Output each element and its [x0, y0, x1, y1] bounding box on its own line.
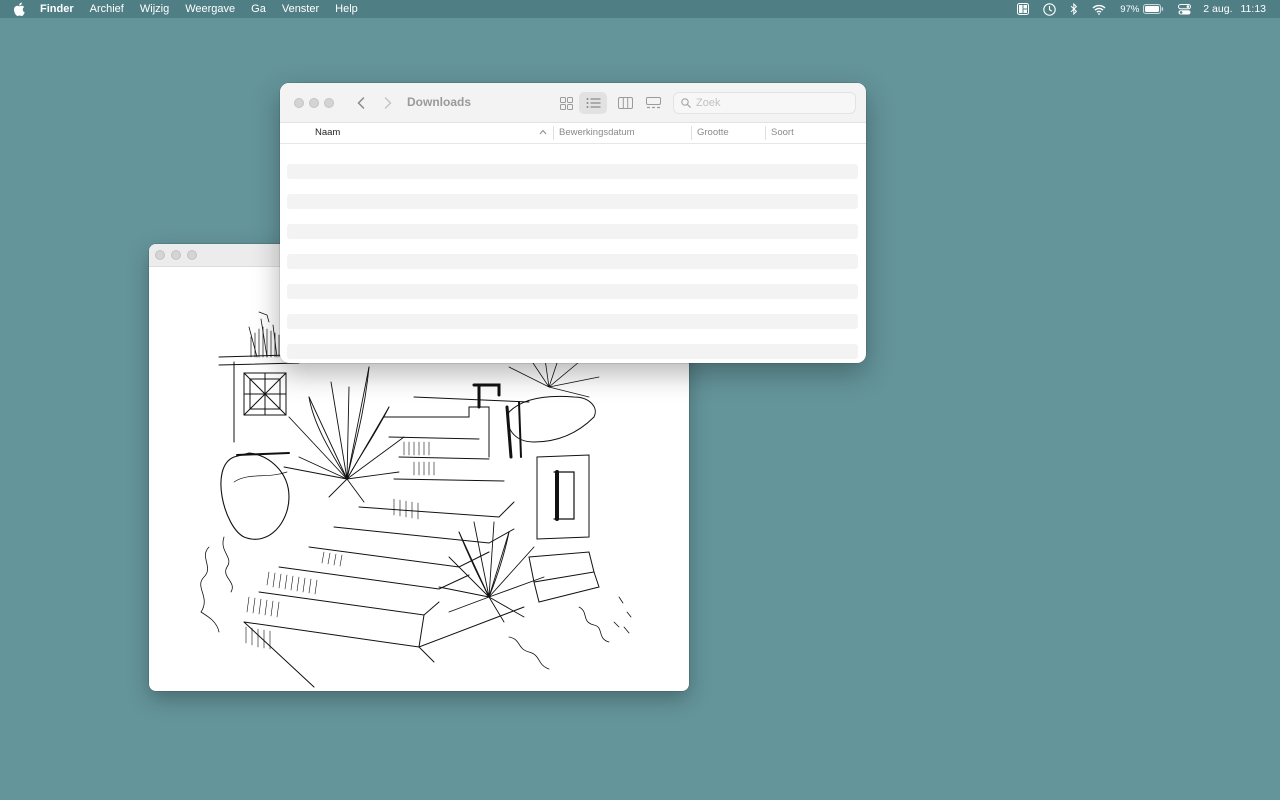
clock-icon[interactable]	[1043, 2, 1057, 16]
list-row	[287, 179, 858, 194]
wifi-icon[interactable]	[1092, 4, 1106, 15]
column-header: Naam Bewerkingsdatum Grootte Soort	[280, 123, 866, 144]
column-grootte[interactable]: Grootte	[697, 127, 729, 138]
menu-bar: Finder Archief Wijzig Weergave Ga Venste…	[0, 0, 1280, 18]
status-area: 97% 2 aug. 11:13	[1003, 0, 1266, 18]
menu-archief[interactable]: Archief	[90, 3, 124, 15]
list-row	[287, 164, 858, 179]
list-row	[287, 314, 858, 329]
close-button[interactable]	[294, 98, 304, 108]
icon-view-button[interactable]	[552, 92, 580, 114]
zoom-button[interactable]	[324, 98, 334, 108]
zoom-button[interactable]	[187, 250, 197, 260]
column-soort[interactable]: Soort	[771, 127, 794, 138]
menu-weergave[interactable]: Weergave	[185, 3, 235, 15]
gallery-icon	[645, 97, 661, 109]
finder-window[interactable]: Downloads Naam Bewerkingsdatum Grootte S…	[280, 83, 866, 363]
battery-percent: 97%	[1120, 3, 1140, 15]
list-row	[287, 194, 858, 209]
gallery-view-button[interactable]	[639, 92, 667, 114]
list-icon	[586, 98, 600, 108]
list-row	[287, 144, 858, 164]
list-row	[287, 254, 858, 269]
window-controls	[294, 98, 339, 108]
chevron-right-icon	[384, 97, 392, 109]
search-input[interactable]	[696, 97, 846, 109]
bluetooth-icon[interactable]	[1070, 3, 1078, 15]
window-title: Downloads	[407, 95, 472, 109]
menu-wijzig[interactable]: Wijzig	[140, 3, 169, 15]
column-separator[interactable]	[553, 126, 554, 140]
forward-button[interactable]	[379, 94, 397, 112]
columns-icon	[617, 97, 633, 109]
list-row	[287, 344, 858, 359]
battery-indicator[interactable]: 97%	[1120, 4, 1164, 15]
list-row	[287, 329, 858, 344]
menu-ga[interactable]: Ga	[251, 3, 266, 15]
list-row	[287, 209, 858, 224]
search-icon	[681, 98, 691, 108]
control-center-icon[interactable]	[1178, 3, 1192, 15]
column-naam[interactable]: Naam	[315, 127, 340, 138]
back-button[interactable]	[352, 94, 370, 112]
list-view-button[interactable]	[579, 92, 607, 114]
list-row	[287, 299, 858, 314]
menu-venster[interactable]: Venster	[282, 3, 319, 15]
list-row	[287, 224, 858, 239]
column-bewerkingsdatum[interactable]: Bewerkingsdatum	[559, 127, 635, 138]
search-field[interactable]	[673, 92, 856, 114]
sort-ascending-icon[interactable]	[539, 127, 547, 138]
close-button[interactable]	[155, 250, 165, 260]
menubar-date[interactable]: 2 aug.	[1203, 3, 1232, 15]
minimize-button[interactable]	[309, 98, 319, 108]
minimize-button[interactable]	[171, 250, 181, 260]
window-layout-icon[interactable]	[1017, 3, 1030, 15]
file-list[interactable]	[287, 144, 859, 363]
grid-icon	[559, 96, 573, 110]
menubar-time[interactable]: 11:13	[1241, 3, 1267, 15]
list-row	[287, 269, 858, 284]
list-row	[287, 284, 858, 299]
list-row	[287, 239, 858, 254]
battery-icon	[1143, 4, 1164, 14]
chevron-left-icon	[357, 97, 365, 109]
menu-finder[interactable]: Finder	[40, 3, 74, 15]
column-separator[interactable]	[691, 126, 692, 140]
menu-help[interactable]: Help	[335, 3, 358, 15]
apple-menu-icon[interactable]	[13, 0, 29, 18]
column-separator[interactable]	[765, 126, 766, 140]
finder-toolbar: Downloads	[280, 83, 866, 123]
column-view-button[interactable]	[611, 92, 639, 114]
